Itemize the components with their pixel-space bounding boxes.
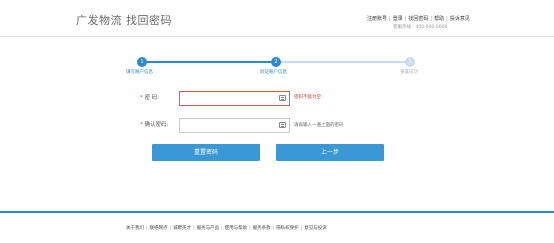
keyboard-icon[interactable] <box>279 122 286 128</box>
footer-link-complaints[interactable]: 意见与投诉 <box>304 226 327 231</box>
previous-step-button[interactable]: 上一步 <box>276 144 384 161</box>
step-1-dot: 1 <box>137 57 147 67</box>
step-3-label: 重置成功 <box>400 70 418 75</box>
keyboard-icon[interactable] <box>279 95 286 101</box>
login-link[interactable]: 登录 <box>393 16 403 22</box>
footer-link-privacy[interactable]: 隐私权保护 <box>276 226 299 231</box>
footer-link-about[interactable]: 关于我们 <box>126 226 144 231</box>
footer-link-careers[interactable]: 诚聘英才 <box>173 226 191 231</box>
confirm-password-input[interactable] <box>179 118 290 133</box>
footer-link-outlets[interactable]: 联络网点 <box>150 226 168 231</box>
brand-title: 广发物流 找回密码 <box>76 14 172 27</box>
step-3-dot: 3 <box>405 57 415 67</box>
footer-link-services[interactable]: 服务与产品 <box>197 226 220 231</box>
feedback-link[interactable]: 投诉意见 <box>450 16 470 22</box>
register-link[interactable]: 注册账号 <box>367 16 387 22</box>
step-1-label: 填写账户信息 <box>126 70 153 75</box>
step-connector-1 <box>142 61 275 63</box>
confirm-password-label: * 确认密码: <box>140 122 169 128</box>
password-error: 密码不能为空 <box>294 95 321 100</box>
find-password-link[interactable]: 找回密码 <box>408 16 428 22</box>
password-label: * 密 码: <box>140 95 160 101</box>
top-links: 注册账号 | 登录 | 找回密码 | 帮助 | 投诉意见 <box>367 15 470 22</box>
footer-link-terms[interactable]: 服务条款 <box>253 226 271 231</box>
footer-link-help[interactable]: 使用与帮助 <box>225 226 248 231</box>
footer-divider <box>0 211 554 213</box>
step-connector-2 <box>276 61 409 63</box>
confirm-password-hint: 请再输入一遍上面的密码 <box>294 123 344 128</box>
step-2-label: 验证账户信息 <box>260 70 287 75</box>
reset-password-button[interactable]: 重置密码 <box>152 144 260 161</box>
step-2-dot: 2 <box>271 57 281 67</box>
footer-links: 关于我们 | 联络网点 | 诚聘英才 | 服务与产品 | 使用与帮助 | 服务条款 | 隐私权保护 | 意见… <box>126 225 327 231</box>
page-header: 广发物流 找回密码 注册账号 | 登录 | 找回密码 | 帮助 | 投诉意见 客服热线：400-… <box>0 0 554 37</box>
password-input[interactable] <box>179 91 290 106</box>
hotline-text: 客服热线：400-000-0000 <box>393 25 448 30</box>
help-link[interactable]: 帮助 <box>434 16 444 22</box>
progress-steps: 1 填写账户信息 2 验证账户信息 3 重置成功 <box>0 55 554 80</box>
